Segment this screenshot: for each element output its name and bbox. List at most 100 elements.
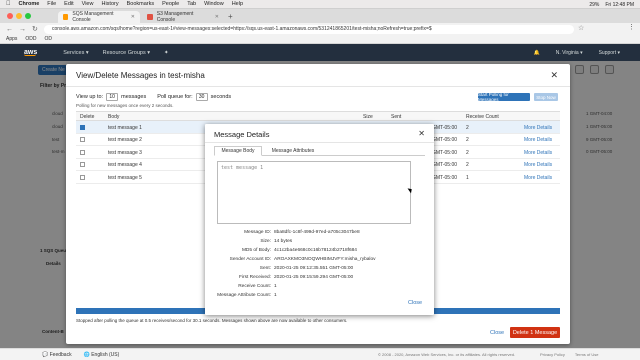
region-menu[interactable]: N. Virginia ▾ <box>556 50 583 56</box>
poll-note: Polling for new messages once every 2 se… <box>76 103 174 108</box>
more-details-link[interactable]: More Details <box>524 162 552 168</box>
message-body-textarea[interactable]: test message 1 <box>217 161 411 224</box>
delete-checkbox[interactable] <box>80 162 85 167</box>
aws-navbar: aws Services ▾ Resource Groups ▾ ✦ 🔔 N. … <box>0 44 640 61</box>
close-icon[interactable]: ✕ <box>550 70 558 81</box>
field-value: 8ba8dfc-1c8f-499d-97ed-a705c3047be8 <box>274 230 360 235</box>
menu-view[interactable]: View <box>82 1 94 7</box>
tab-sqs[interactable]: SQS Management Console ✕ <box>58 11 140 23</box>
reload-icon[interactable]: ↻ <box>32 25 38 33</box>
services-menu[interactable]: Services ▾ <box>63 50 88 56</box>
message-sent: GMT-05:00 <box>432 137 458 143</box>
message-details-modal: Message Details ✕ Message Body Message A… <box>205 124 434 315</box>
tab-message-attributes[interactable]: Message Attributes <box>266 146 320 156</box>
bookmarks-bar: Apps ODD OD <box>0 35 640 44</box>
menu-people[interactable]: People <box>162 1 179 7</box>
receive-count: 1 <box>466 174 469 181</box>
poll-queue-label: Poll queue for: <box>157 94 193 100</box>
menu-window[interactable]: Window <box>204 1 224 7</box>
view-up-to-label: View up to: <box>76 94 104 100</box>
console-footer: 💬 Feedback 🌐 English (US) © 2008 - 2020,… <box>0 348 640 360</box>
bell-icon[interactable]: 🔔 <box>533 50 539 56</box>
pin-icon[interactable]: ✦ <box>164 50 169 56</box>
bookmark-star-icon[interactable]: ☆ <box>578 24 584 32</box>
window-close-icon[interactable] <box>7 13 13 19</box>
field-value: AROAXKMO3NOQWHBIMJVFY:misha_rybalov <box>274 257 376 262</box>
field-label: MD5 of Body: <box>241 248 271 253</box>
close-link[interactable]: Close <box>408 300 422 306</box>
header-receive-count[interactable]: Receive Count <box>466 114 499 120</box>
tab-label: S3 Management Console <box>156 11 194 23</box>
menu-file[interactable]: File <box>47 1 56 7</box>
delete-checkbox[interactable] <box>80 137 85 142</box>
clock: Fri 12:48 PM <box>605 1 634 8</box>
feedback-link[interactable]: 💬 Feedback <box>42 352 72 358</box>
chrome-menu-icon[interactable]: ⋮ <box>628 23 635 31</box>
aws-favicon-icon <box>63 14 69 20</box>
aws-logo[interactable]: aws <box>24 49 37 56</box>
detail-field: MD5 of Body: 4c1c2ba4e668c0c16b78124b271… <box>205 248 434 256</box>
field-label: Receive Count: <box>238 284 271 289</box>
receive-count: 2 <box>466 162 469 168</box>
field-label: Message ID: <box>244 230 271 235</box>
header-sent[interactable]: Sent <box>391 114 401 120</box>
menu-edit[interactable]: Edit <box>64 1 73 7</box>
delete-checkbox[interactable] <box>80 124 85 130</box>
stop-now-button[interactable]: Stop Now <box>534 93 558 101</box>
new-tab-icon[interactable]: + <box>228 12 233 21</box>
field-label: Sent: <box>259 266 271 271</box>
detail-field: Message ID: 8ba8dfc-1c8f-499d-97ed-a705c… <box>205 230 434 238</box>
more-details-link[interactable]: More Details <box>524 125 552 131</box>
terms-of-use-link[interactable]: Terms of Use <box>575 352 599 357</box>
support-menu[interactable]: Support ▾ <box>599 50 620 56</box>
menu-history[interactable]: History <box>101 1 118 7</box>
view-up-to-input[interactable]: 10 <box>106 93 119 101</box>
menu-tab[interactable]: Tab <box>187 1 196 7</box>
delete-message-button[interactable]: Delete 1 Message <box>510 327 560 338</box>
detail-field: Message Attribute Count: 1 <box>205 293 434 301</box>
menu-bookmarks[interactable]: Bookmarks <box>127 1 155 7</box>
tab-s3[interactable]: S3 Management Console ✕ <box>142 11 224 23</box>
field-label: First Received: <box>239 275 271 280</box>
more-details-link[interactable]: More Details <box>524 137 552 143</box>
tab-close-icon[interactable]: ✕ <box>215 14 219 20</box>
close-icon[interactable]: ✕ <box>418 129 425 138</box>
url-bar[interactable]: console.aws.amazon.com/sqs/home?region=u… <box>44 24 574 34</box>
battery-percent: 29% <box>589 1 600 8</box>
detail-tabs: Message Body Message Attributes <box>214 146 425 156</box>
message-sent: GMT-05:00 <box>432 124 458 131</box>
apple-icon[interactable]:  <box>6 1 11 7</box>
header-body: Body <box>108 114 120 120</box>
back-icon[interactable]: ← <box>6 26 13 33</box>
field-value: 1 <box>274 284 277 289</box>
bookmark-odd[interactable]: ODD <box>25 36 36 42</box>
menu-chrome[interactable]: Chrome <box>19 1 40 7</box>
resource-groups-menu[interactable]: Resource Groups ▾ <box>103 50 150 56</box>
start-polling-button[interactable]: Start Polling for Messages <box>478 92 530 102</box>
field-value: 2020-01-25 09:15:59.294 GMT-05:00 <box>274 275 354 280</box>
bookmark-od[interactable]: OD <box>45 36 53 42</box>
header-size[interactable]: Size <box>363 114 373 120</box>
more-details-link[interactable]: More Details <box>524 175 552 181</box>
more-details-link[interactable]: More Details <box>524 150 552 156</box>
language-selector[interactable]: 🌐 English (US) <box>84 352 120 358</box>
message-body: test message 5 <box>108 174 142 181</box>
delete-checkbox[interactable] <box>80 149 85 155</box>
tab-close-icon[interactable]: ✕ <box>131 14 135 20</box>
delete-checkbox[interactable] <box>80 174 85 180</box>
privacy-policy-link[interactable]: Privacy Policy <box>540 352 565 357</box>
table-header: Delete Body Size Sent Receive Count <box>76 111 560 121</box>
forward-icon[interactable]: → <box>19 26 26 33</box>
tab-message-body[interactable]: Message Body <box>214 146 262 156</box>
detail-field: First Received: 2020-01-25 09:15:59.294 … <box>205 275 434 283</box>
message-sent: GMT-05:00 <box>432 162 458 168</box>
bookmark-apps[interactable]: Apps <box>6 36 17 42</box>
message-body: test message 3 <box>108 149 142 156</box>
window-minimize-icon[interactable] <box>16 13 22 19</box>
poll-seconds-input[interactable]: 30 <box>195 93 208 101</box>
menu-help[interactable]: Help <box>232 1 243 7</box>
close-link[interactable]: Close <box>490 330 504 336</box>
field-value: 4c1c2ba4e668c0c16b78124b2718f684 <box>274 248 357 253</box>
tab-label: SQS Management Console <box>72 11 114 23</box>
window-zoom-icon[interactable] <box>25 13 31 19</box>
